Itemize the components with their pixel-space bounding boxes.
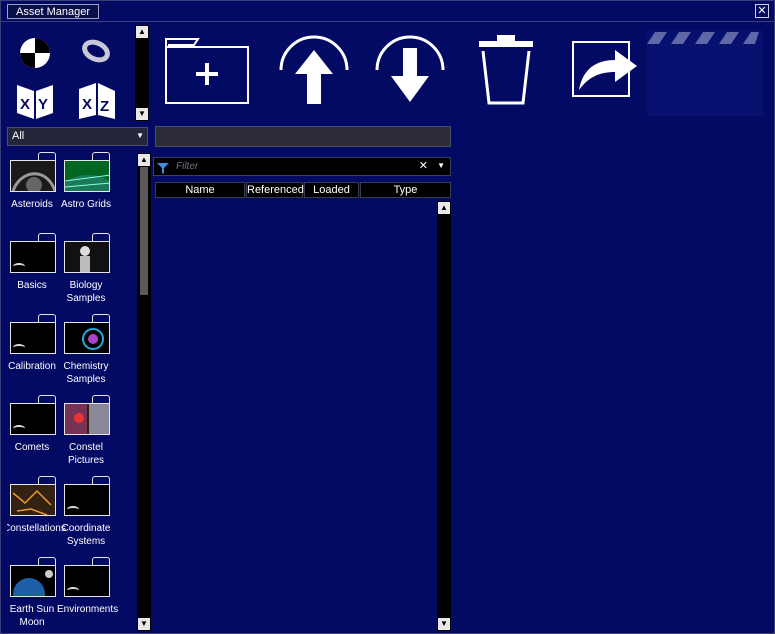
category-tile[interactable]: Earth Sun Moon bbox=[7, 557, 57, 632]
svg-text:X: X bbox=[82, 96, 92, 113]
trash-icon[interactable] bbox=[477, 33, 535, 110]
category-label: Environments bbox=[57, 604, 119, 615]
category-tile[interactable]: Chemistry Samples bbox=[61, 314, 111, 392]
xy-plane-icon[interactable]: X Y bbox=[14, 81, 56, 126]
xz-plane-icon[interactable]: X Z bbox=[76, 81, 118, 126]
category-label: Astro Grids bbox=[60, 199, 111, 210]
category-label: Biology Samples bbox=[66, 280, 106, 304]
category-dropdown[interactable]: All ▼ bbox=[7, 127, 148, 146]
preview-panel bbox=[647, 30, 763, 121]
category-scrollbar[interactable]: ▲ ▼ bbox=[137, 153, 151, 631]
category-label: Asteroids bbox=[11, 199, 53, 210]
scroll-down-arrow-icon[interactable]: ▼ bbox=[138, 618, 150, 630]
category-tile[interactable]: Asteroids bbox=[7, 152, 57, 230]
svg-text:Y: Y bbox=[38, 96, 48, 113]
folder-thumbnail-icon bbox=[10, 160, 56, 192]
scroll-up-arrow-icon[interactable]: ▲ bbox=[138, 154, 150, 166]
list-scrollbar[interactable]: ▲ ▼ bbox=[437, 201, 451, 631]
scroll-thumb[interactable] bbox=[140, 167, 148, 295]
column-header-referenced[interactable]: Referenced bbox=[246, 182, 304, 198]
scroll-down-arrow-icon[interactable]: ▼ bbox=[438, 618, 450, 630]
folder-corner-icon bbox=[67, 506, 79, 513]
category-label: Constellations bbox=[7, 523, 66, 534]
category-label: Constel Pictures bbox=[67, 442, 105, 466]
filter-bar[interactable]: Filter ✕ ▼ bbox=[153, 157, 451, 176]
scroll-up-arrow-icon[interactable]: ▲ bbox=[438, 202, 450, 214]
close-button[interactable]: ✕ bbox=[755, 4, 769, 18]
folder-thumbnail-icon bbox=[64, 241, 110, 273]
category-tile[interactable]: Biology Samples bbox=[61, 233, 111, 311]
asset-list bbox=[153, 199, 437, 632]
category-label: Basics bbox=[17, 280, 47, 291]
folder-thumbnail-icon bbox=[64, 403, 110, 435]
move-up-icon[interactable] bbox=[277, 34, 351, 111]
filter-input[interactable]: Filter bbox=[176, 161, 198, 172]
move-down-icon[interactable] bbox=[373, 34, 447, 111]
column-header-name[interactable]: Name bbox=[155, 182, 245, 198]
svg-text:X: X bbox=[20, 96, 30, 113]
folder-corner-icon bbox=[67, 587, 79, 594]
ring-icon[interactable] bbox=[79, 38, 113, 69]
folder-thumbnail-icon bbox=[10, 403, 56, 435]
folder-thumbnail-icon bbox=[10, 484, 56, 516]
folder-corner-icon bbox=[13, 425, 25, 432]
column-header-type[interactable]: Type bbox=[360, 182, 451, 198]
folder-thumbnail-icon bbox=[64, 484, 110, 516]
title-bar: Asset Manager ✕ bbox=[1, 1, 774, 21]
scroll-down-arrow-icon[interactable]: ▼ bbox=[136, 108, 148, 120]
category-tile[interactable]: Constellations bbox=[7, 476, 66, 554]
folder-thumbnail-icon bbox=[64, 322, 110, 354]
folder-thumbnail-icon bbox=[10, 565, 56, 597]
clear-filter-icon[interactable]: ✕ bbox=[419, 159, 428, 172]
path-field[interactable] bbox=[155, 126, 451, 147]
category-tile[interactable]: Comets bbox=[7, 395, 57, 473]
globe-icon[interactable] bbox=[18, 36, 52, 75]
window-title: Asset Manager bbox=[7, 4, 99, 19]
filter-funnel-icon bbox=[157, 161, 169, 179]
folder-thumbnail-icon bbox=[64, 160, 110, 192]
category-label: Coordinate Systems bbox=[61, 523, 111, 547]
folder-thumbnail-icon bbox=[10, 241, 56, 273]
svg-text:Z: Z bbox=[100, 98, 109, 115]
new-folder-icon[interactable] bbox=[164, 37, 250, 110]
category-label: Comets bbox=[14, 442, 50, 453]
category-label: Chemistry Samples bbox=[63, 361, 109, 385]
category-tile[interactable]: Astro Grids bbox=[61, 152, 111, 230]
category-tile[interactable]: Environments bbox=[57, 557, 118, 632]
column-header-loaded[interactable]: Loaded bbox=[304, 182, 359, 198]
filter-dropdown-icon[interactable]: ▼ bbox=[437, 161, 445, 170]
folder-thumbnail-icon bbox=[64, 565, 110, 597]
toolbar-scrollbar[interactable]: ▲ ▼ bbox=[135, 25, 149, 121]
folder-thumbnail-icon bbox=[10, 322, 56, 354]
title-divider bbox=[1, 21, 774, 22]
asset-manager-window: Asset Manager ✕ X Y X Z ▲ ▼ All ▼ Astero… bbox=[0, 0, 775, 634]
chevron-down-icon: ▼ bbox=[136, 131, 144, 140]
category-tile[interactable]: Constel Pictures bbox=[61, 395, 111, 473]
category-tile[interactable]: Calibration bbox=[7, 314, 57, 392]
folder-corner-icon bbox=[13, 263, 25, 270]
category-dropdown-value: All bbox=[12, 130, 25, 142]
folder-corner-icon bbox=[13, 344, 25, 351]
category-label: Earth Sun Moon bbox=[9, 604, 55, 628]
category-label: Calibration bbox=[8, 361, 56, 372]
category-tile[interactable]: Basics bbox=[7, 233, 57, 311]
scroll-up-arrow-icon[interactable]: ▲ bbox=[136, 26, 148, 38]
export-icon[interactable] bbox=[571, 38, 639, 103]
category-tile[interactable]: Coordinate Systems bbox=[61, 476, 111, 554]
category-grid: Asteroids Astro Grids Basics Biology Sample… bbox=[7, 152, 137, 632]
